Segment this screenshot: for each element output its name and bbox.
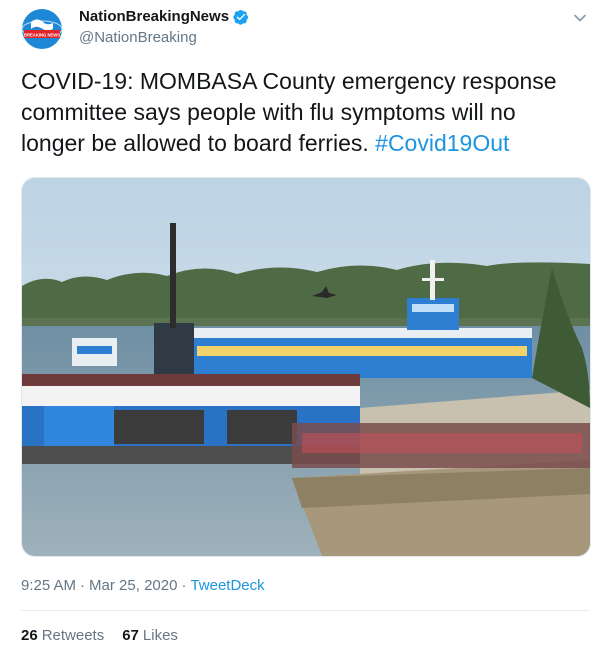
tweet-date[interactable]: Mar 25, 2020 [89,577,177,594]
hashtag-link[interactable]: #Covid19Out [375,130,509,156]
globe-logo-icon: BREAKING NEWS [21,9,63,49]
tweet-stats: 26 Retweets 67 Likes [21,627,196,644]
meta-separator: · [80,577,86,594]
likes-count: 67 [122,627,139,644]
divider [21,610,589,611]
tweet-text: COVID-19: MOMBASA County emergency respo… [21,66,581,159]
tweet-time[interactable]: 9:25 AM [21,577,76,594]
tweet-meta: 9:25 AM · Mar 25, 2020 · TweetDeck [21,577,265,594]
retweets-count: 26 [21,627,38,644]
verified-badge-icon [233,9,249,25]
likes-stat[interactable]: 67 Likes [122,627,178,644]
avatar[interactable]: BREAKING NEWS [21,8,63,50]
avatar-logo-text: BREAKING NEWS [24,33,60,38]
ferry-photo-image [22,178,590,556]
display-name[interactable]: NationBreakingNews [79,8,229,25]
tweet-text-line: longer be allowed to board ferries. [21,130,369,156]
likes-label: Likes [142,627,178,644]
user-handle[interactable]: @NationBreaking [79,29,197,46]
chevron-down-icon[interactable] [572,10,588,26]
tweet-text-line: committee says people with flu symptoms … [21,99,516,125]
tweet-card: BREAKING NEWS NationBreakingNews @Nation… [0,0,609,660]
retweets-stat[interactable]: 26 Retweets [21,627,104,644]
tweet-text-line: COVID-19: MOMBASA County emergency respo… [21,68,557,94]
tweet-source-link[interactable]: TweetDeck [190,577,264,594]
tweet-photo[interactable] [21,177,591,557]
retweets-label: Retweets [41,627,105,644]
author-name-row: NationBreakingNews [79,8,249,25]
meta-separator: · [181,577,187,594]
